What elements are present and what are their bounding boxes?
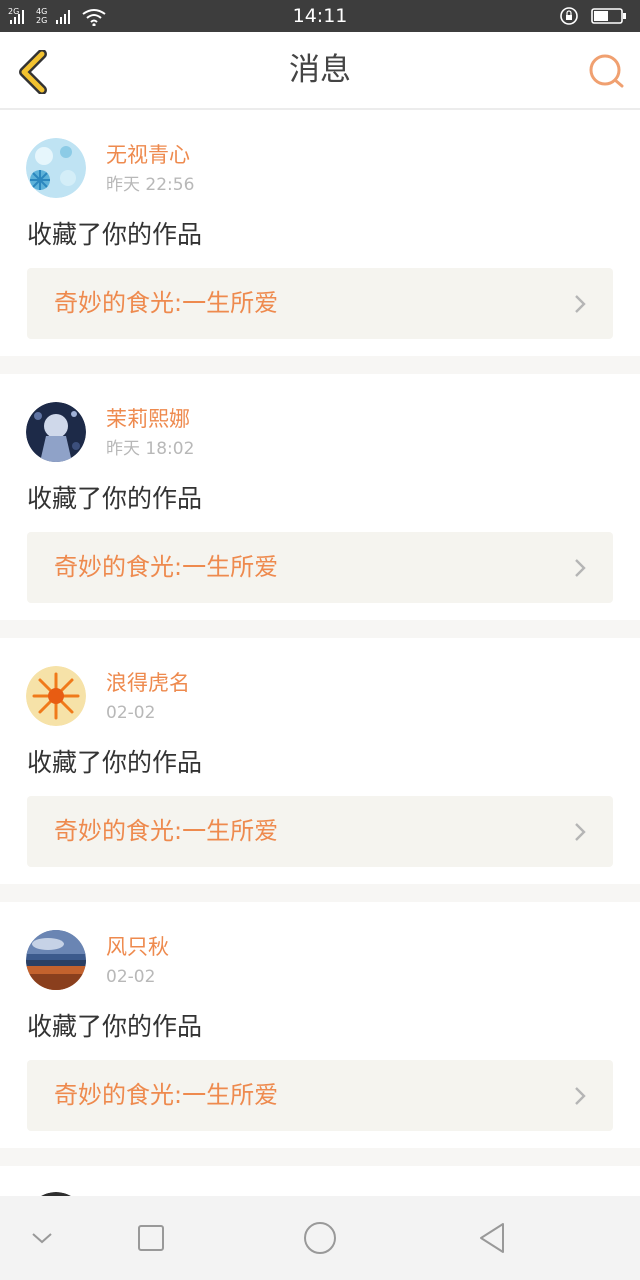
chevron-right-icon <box>575 559 586 577</box>
home-circle-icon <box>304 1222 336 1254</box>
status-right-icons <box>560 7 626 25</box>
chevron-right-icon <box>575 823 586 841</box>
notification-card: 风只秋 02-02 收藏了你的作品 奇妙的食光:一生所爱 <box>0 902 640 1148</box>
work-title: 奇妙的食光:一生所爱 <box>54 553 279 581</box>
search-button[interactable] <box>584 50 628 94</box>
recents-button[interactable] <box>121 1196 181 1280</box>
work-link[interactable]: 奇妙的食光:一生所爱 <box>27 1060 613 1131</box>
username[interactable]: 风只秋 <box>106 934 169 960</box>
work-link[interactable]: 奇妙的食光:一生所爱 <box>27 532 613 603</box>
rotation-lock-icon <box>560 7 578 25</box>
work-title: 奇妙的食光:一生所爱 <box>54 289 279 317</box>
battery-icon <box>591 8 626 24</box>
recents-square-icon <box>138 1225 164 1251</box>
chevron-right-icon <box>575 1087 586 1105</box>
chevron-down-icon <box>32 1233 52 1244</box>
timestamp: 昨天 22:56 <box>106 175 195 195</box>
hide-nav-button[interactable] <box>12 1196 72 1280</box>
work-title: 奇妙的食光:一生所爱 <box>54 817 279 845</box>
work-link[interactable]: 奇妙的食光:一生所爱 <box>27 268 613 339</box>
avatar[interactable] <box>26 666 86 726</box>
timestamp: 昨天 18:02 <box>106 439 195 459</box>
timestamp: 02-02 <box>106 703 156 723</box>
page-title: 消息 <box>289 52 351 88</box>
back-triangle-icon <box>480 1223 504 1253</box>
status-time: 14:11 <box>292 5 348 27</box>
notification-card: 无视青心 昨天 22:56 收藏了你的作品 奇妙的食光:一生所爱 <box>0 110 640 356</box>
avatar[interactable] <box>26 138 86 198</box>
notification-card: 浪得虎名 02-02 收藏了你的作品 奇妙的食光:一生所爱 <box>0 638 640 884</box>
avatar[interactable] <box>26 402 86 462</box>
action-text: 收藏了你的作品 <box>27 220 203 249</box>
chevron-right-icon <box>575 295 586 313</box>
home-button[interactable] <box>290 1196 350 1280</box>
work-link[interactable]: 奇妙的食光:一生所爱 <box>27 796 613 867</box>
header: 消息 <box>0 32 640 110</box>
action-text: 收藏了你的作品 <box>27 748 203 777</box>
action-text: 收藏了你的作品 <box>27 484 203 513</box>
username[interactable]: 无视青心 <box>106 142 190 168</box>
username[interactable]: 浪得虎名 <box>106 670 190 696</box>
avatar[interactable] <box>26 930 86 990</box>
timestamp: 02-02 <box>106 967 156 987</box>
notification-card: 茉莉熙娜 昨天 18:02 收藏了你的作品 奇妙的食光:一生所爱 <box>0 374 640 620</box>
action-text: 收藏了你的作品 <box>27 1012 203 1041</box>
work-title: 奇妙的食光:一生所爱 <box>54 1081 279 1109</box>
status-bar: 2G 4G 2G 14:11 <box>0 0 640 32</box>
search-icon <box>589 54 624 88</box>
username[interactable]: 茉莉熙娜 <box>106 406 190 432</box>
back-nav-button[interactable] <box>462 1196 522 1280</box>
system-nav-bar <box>0 1196 640 1280</box>
